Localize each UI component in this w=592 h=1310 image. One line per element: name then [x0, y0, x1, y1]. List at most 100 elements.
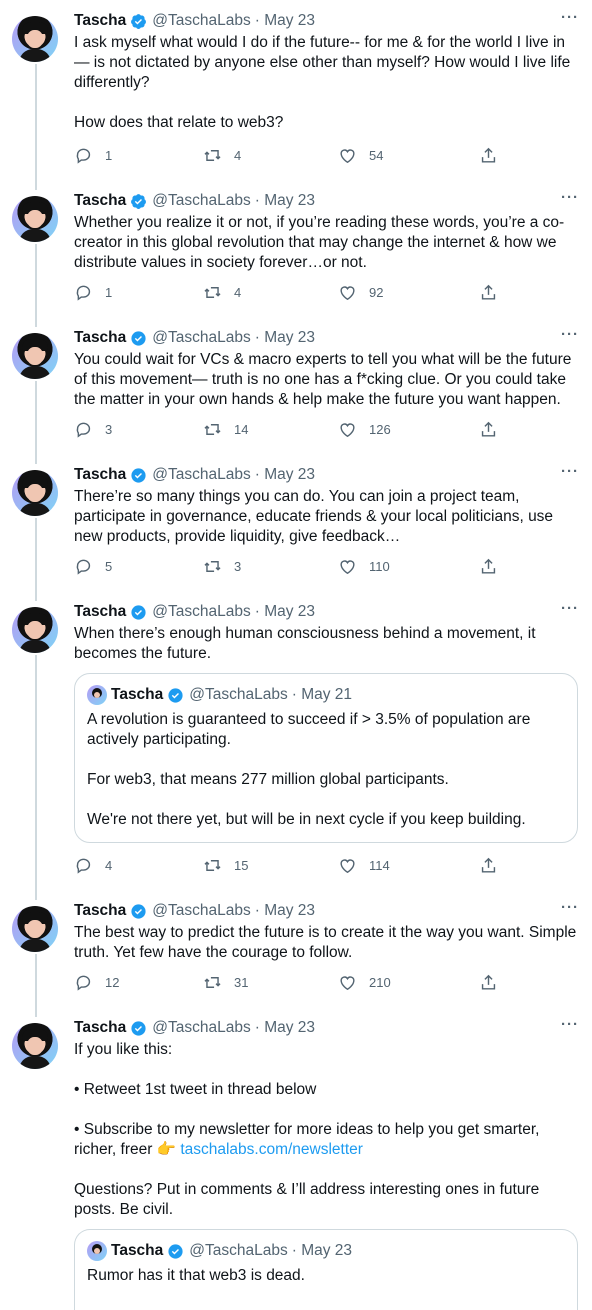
like-button[interactable]: 114 — [338, 856, 390, 875]
tweet-date[interactable]: · May 23 — [255, 12, 315, 30]
tweet-date[interactable]: · May 23 — [255, 192, 315, 210]
tweet[interactable]: Tascha @TaschaLabs · May 23 ··· When the… — [0, 591, 592, 890]
author-handle[interactable]: @TaschaLabs — [152, 1019, 250, 1037]
author-handle[interactable]: @TaschaLabs — [152, 192, 250, 210]
avatar — [87, 1241, 107, 1261]
reply-button[interactable]: 4 — [74, 856, 112, 875]
more-options-icon[interactable]: ··· — [560, 464, 580, 486]
more-options-icon[interactable]: ··· — [560, 1017, 580, 1039]
retweet-icon — [204, 150, 221, 161]
reply-icon — [76, 285, 91, 301]
reply-button[interactable]: 1 — [74, 283, 112, 302]
more-options-icon[interactable]: ··· — [560, 601, 580, 623]
verified-badge-icon — [131, 903, 146, 919]
retweet-icon — [204, 424, 221, 435]
verified-badge-icon — [131, 604, 146, 620]
thread-connector — [35, 64, 37, 180]
quoted-tweet-header: Tascha @TaschaLabs · May 23 — [87, 1240, 565, 1262]
tweet-header: Tascha @TaschaLabs · May 23 — [74, 464, 580, 486]
tweet-date[interactable]: · May 23 — [255, 329, 315, 347]
author-handle[interactable]: @TaschaLabs — [152, 12, 250, 30]
retweet-button[interactable]: 15 — [203, 856, 248, 875]
tweet-text: There’re so many things you can do. You … — [74, 488, 558, 545]
quoted-tweet-header: Tascha @TaschaLabs · May 21 — [87, 684, 565, 706]
share-icon — [481, 421, 496, 437]
thread-connector — [35, 890, 37, 900]
avatar[interactable] — [12, 196, 58, 242]
like-button[interactable]: 110 — [338, 557, 390, 576]
reply-count: 1 — [105, 148, 113, 163]
more-options-icon[interactable]: ··· — [560, 327, 580, 349]
author-handle[interactable]: @TaschaLabs — [152, 603, 250, 621]
tweet-date[interactable]: · May 23 — [255, 603, 315, 621]
tweet-text: When there’s enough human consciousness … — [74, 625, 540, 662]
retweet-button[interactable]: 4 — [203, 283, 241, 302]
author-handle[interactable]: @TaschaLabs — [152, 329, 250, 347]
like-button[interactable]: 210 — [338, 973, 391, 992]
author-name[interactable]: Tascha — [74, 12, 126, 30]
like-button[interactable]: 126 — [338, 420, 391, 439]
tweet[interactable]: Tascha @TaschaLabs · May 23 ··· Whether … — [0, 180, 592, 317]
retweet-count: 15 — [234, 858, 249, 873]
author-name[interactable]: Tascha — [74, 603, 126, 621]
author-name[interactable]: Tascha — [74, 902, 126, 920]
share-icon — [481, 558, 496, 574]
quoted-tweet[interactable]: Tascha @TaschaLabs · May 23 Rumor has it… — [74, 1229, 578, 1310]
share-button[interactable] — [479, 146, 510, 165]
retweet-count: 14 — [234, 422, 249, 437]
avatar[interactable] — [12, 607, 58, 653]
retweet-button[interactable]: 31 — [203, 973, 248, 992]
more-options-icon[interactable]: ··· — [560, 190, 580, 212]
more-options-icon[interactable]: ··· — [560, 10, 580, 32]
tweet[interactable]: Tascha @TaschaLabs · May 23 ··· There’re… — [0, 454, 592, 591]
like-icon — [340, 149, 355, 164]
author-name[interactable]: Tascha — [74, 329, 126, 347]
reply-button[interactable]: 1 — [74, 146, 112, 165]
share-button[interactable] — [479, 856, 510, 875]
avatar[interactable] — [12, 333, 58, 379]
author-handle[interactable]: @TaschaLabs — [152, 902, 250, 920]
tweet[interactable]: Tascha @TaschaLabs · May 23 ··· I ask my… — [0, 0, 592, 180]
like-count: 126 — [369, 422, 391, 437]
author-name[interactable]: Tascha — [74, 192, 126, 210]
avatar[interactable] — [12, 16, 58, 62]
retweet-button[interactable]: 4 — [203, 146, 241, 165]
share-button[interactable] — [479, 973, 510, 992]
avatar[interactable] — [12, 1023, 58, 1069]
like-button[interactable]: 92 — [338, 283, 383, 302]
tweet-text: I ask myself what would I do if the futu… — [74, 34, 571, 131]
newsletter-link[interactable]: taschalabs.com/newsletter — [180, 1141, 363, 1158]
share-button[interactable] — [479, 557, 510, 576]
author-handle[interactable]: @TaschaLabs — [152, 466, 250, 484]
more-options-icon[interactable]: ··· — [560, 900, 580, 922]
tweet-actions: 1 4 54 — [74, 146, 504, 168]
avatar[interactable] — [12, 906, 58, 952]
tweet-date: · May 23 — [291, 1242, 353, 1259]
tweet[interactable]: Tascha @TaschaLabs · May 23 ··· The best… — [0, 890, 592, 1007]
retweet-button[interactable]: 3 — [203, 557, 241, 576]
retweet-icon — [204, 860, 221, 871]
tweet-header: Tascha @TaschaLabs · May 23 — [74, 190, 580, 212]
author-name[interactable]: Tascha — [74, 1019, 126, 1037]
reply-button[interactable]: 5 — [74, 557, 112, 576]
quoted-tweet[interactable]: Tascha @TaschaLabs · May 21 A revolution… — [74, 673, 578, 843]
tweet[interactable]: Tascha @TaschaLabs · May 23 ··· You coul… — [0, 317, 592, 454]
tweet-date[interactable]: · May 23 — [255, 1019, 315, 1037]
thread-connector — [35, 454, 37, 464]
share-button[interactable] — [479, 283, 510, 302]
share-button[interactable] — [479, 420, 510, 439]
tweet-date[interactable]: · May 23 — [255, 902, 315, 920]
verified-badge-icon — [131, 1020, 146, 1036]
author-name[interactable]: Tascha — [74, 466, 126, 484]
avatar[interactable] — [12, 470, 58, 516]
retweet-button[interactable]: 14 — [203, 420, 248, 439]
reply-count: 5 — [105, 559, 113, 574]
tweet[interactable]: Tascha @TaschaLabs · May 23 ··· If you l… — [0, 1007, 592, 1310]
like-count: 114 — [369, 858, 390, 873]
reply-button[interactable]: 12 — [74, 973, 119, 992]
retweet-count: 4 — [234, 148, 242, 163]
reply-button[interactable]: 3 — [74, 420, 112, 439]
tweet-date[interactable]: · May 23 — [255, 466, 315, 484]
like-button[interactable]: 54 — [338, 146, 383, 165]
tweet-header: Tascha @TaschaLabs · May 23 — [74, 601, 580, 623]
